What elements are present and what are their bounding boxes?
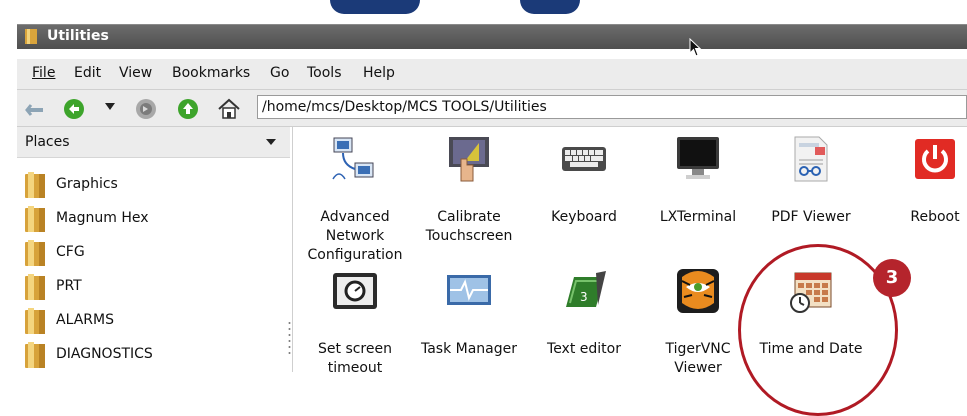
file-item-label-line: PDF Viewer [771,209,851,225]
menu-file[interactable]: File [32,65,55,81]
folder-icon [25,206,47,232]
sidebar-item-label: Graphics [56,176,118,192]
file-item-label-line: Viewer [674,360,722,376]
timer-icon [331,267,379,315]
sidebar-item-label: Magnum Hex [56,210,149,226]
svg-text:3: 3 [580,290,588,304]
network-icon [331,135,379,183]
places-list: Graphics Magnum Hex CFG PRT ALARMS DIAGNOSTIC… [17,127,292,372]
keyboard-icon [560,135,608,183]
folder-icon [25,274,47,300]
file-item-label: Keyboard [529,208,639,227]
file-item-label: Text editor [529,340,639,359]
back-icon[interactable] [63,98,85,120]
file-item-label: Calibrate Touchscreen [414,208,524,246]
file-item-label: LXTerminal [643,208,753,227]
desktop-background [0,0,967,26]
file-item-label: PDF Viewer [756,208,866,227]
folder-icon [25,172,47,198]
file-item-label: Advanced Network Configuration [300,208,410,265]
file-item-label: TigerVNC Viewer [643,340,753,378]
pdf-icon [787,135,835,183]
forward-icon[interactable] [135,98,157,120]
menu-view[interactable]: View [119,65,152,81]
desktop-wallpaper-shape [330,0,420,14]
location-path-field[interactable]: /home/mcs/Desktop/MCS TOOLS/Utilities [257,95,967,119]
up-icon[interactable] [177,98,199,120]
monitor-icon [674,135,722,183]
pane-resize-handle[interactable] [288,320,291,360]
file-item-label-line: Calibrate [437,209,501,225]
file-item-label-line: Touchscreen [425,228,513,244]
toolbar: /home/mcs/Desktop/MCS TOOLS/Utilities [17,90,967,127]
file-item-label-line: TigerVNC [665,341,731,357]
history-dropdown-icon[interactable] [105,103,115,111]
file-item-label-line: Advanced [320,209,390,225]
menu-bar: File Edit View Bookmarks Go Tools Help [17,59,967,90]
touchscreen-icon [445,135,493,183]
window-titlebar[interactable]: Utilities [17,24,967,49]
file-item-label: Set screen timeout [300,340,410,378]
mouse-pointer-icon [689,38,702,57]
menu-bookmarks[interactable]: Bookmarks [172,65,250,81]
task-manager-icon [445,267,493,315]
window-title: Utilities [47,28,109,44]
text-editor-icon: 3 [560,267,608,315]
file-item-label-line: Keyboard [551,209,617,225]
location-path-text: /home/mcs/Desktop/MCS TOOLS/Utilities [262,99,547,115]
menu-tools[interactable]: Tools [307,65,342,81]
step-number-badge: 3 [873,259,911,297]
file-item-label-line: Set screen [318,341,392,357]
menu-edit[interactable]: Edit [74,65,101,81]
file-item-label-line: Text editor [547,341,621,357]
home-icon[interactable] [217,98,241,120]
file-item-label-line: Task Manager [420,341,518,357]
file-item-label-line: Reboot [910,209,960,225]
power-icon [911,135,959,183]
folder-icon [25,342,47,368]
file-item-label-line: Network [325,228,385,244]
tiger-icon [674,267,722,315]
back-disabled-icon [25,104,43,116]
file-item-label-line: timeout [327,360,383,376]
desktop-wallpaper-shape [520,0,580,14]
sidebar-item-label: CFG [56,244,85,260]
sidebar-item-label: ALARMS [56,312,114,328]
sidebar-item-label: PRT [56,278,82,294]
file-item-label: Reboot [880,208,967,227]
menu-help[interactable]: Help [363,65,395,81]
sidebar-item-label: DIAGNOSTICS [56,346,153,362]
folder-icon [25,29,37,44]
file-item-label-line: LXTerminal [659,209,737,225]
file-item-label-line: Configuration [307,247,403,263]
menu-go[interactable]: Go [270,65,289,81]
file-item-label: Task Manager [414,340,524,359]
folder-icon [25,308,47,334]
folder-icon [25,240,47,266]
